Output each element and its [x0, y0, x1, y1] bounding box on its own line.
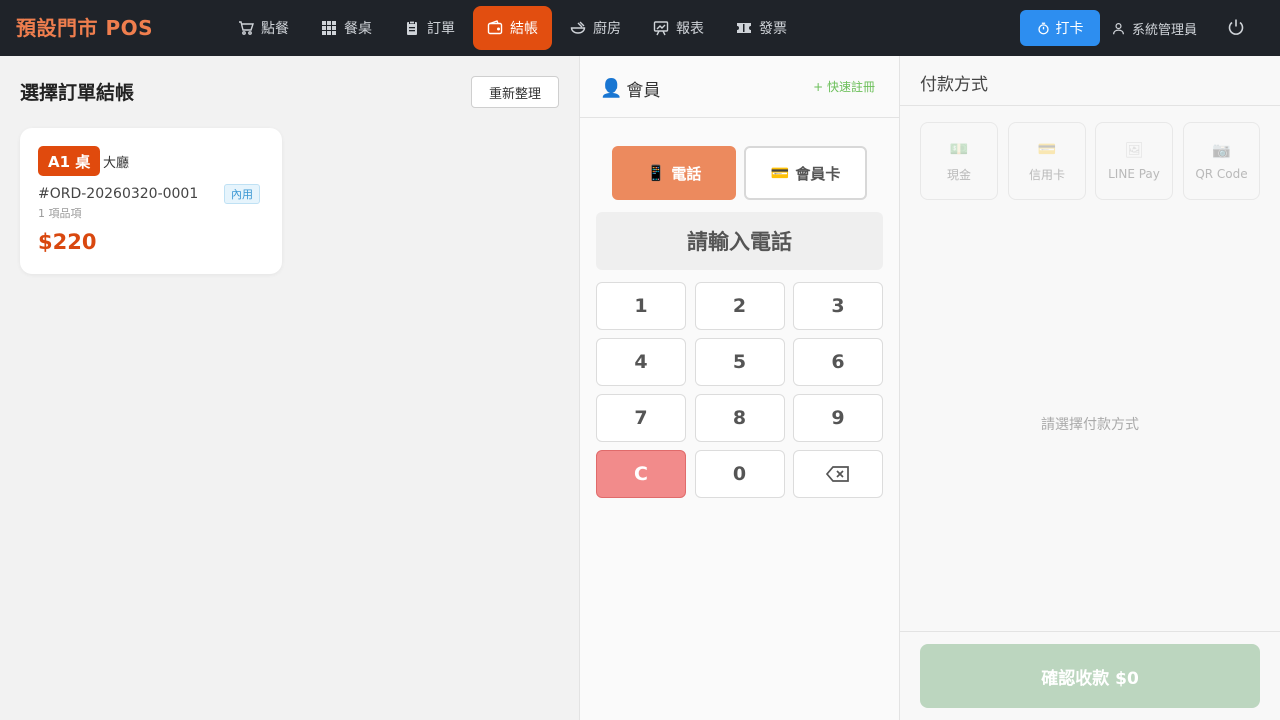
nav-item-checkout[interactable]: 結帳 — [473, 6, 552, 50]
nav-item-kitchen[interactable]: 廚房 — [556, 6, 635, 50]
table-area: 大廳 — [103, 156, 130, 171]
page-title: 選擇訂單結帳 — [20, 82, 135, 104]
clock-in-button[interactable]: 打卡 — [1020, 10, 1100, 46]
payment-method-label: 現金 — [946, 167, 971, 182]
nav-item-label: 點餐 — [261, 21, 289, 37]
payment-method-label: 信用卡 — [1028, 167, 1065, 182]
member-title: 👤 會員 — [600, 76, 660, 101]
refresh-button[interactable]: 重新整理 — [471, 76, 559, 108]
payment-method-cash[interactable]: 💵 現金 — [920, 122, 998, 200]
power-button[interactable] — [1227, 18, 1247, 38]
grid-icon — [321, 20, 337, 36]
top-navigation-bar: 預設門市 POS 點餐 餐桌 訂單 結帳 廚房 報表 發票 打卡 系統管理員 — [0, 0, 1280, 56]
order-card[interactable]: A1 桌 大廳 #ORD-20260320-0001 內用 1 項品項 $220 — [20, 128, 282, 274]
payment-panel: 付款方式 💵 現金 💳 信用卡 🖼 LINE Pay 📷 QR Code 請選擇… — [900, 56, 1280, 720]
nav-item-reports[interactable]: 報表 — [639, 6, 718, 50]
key-0[interactable]: 0 — [694, 450, 785, 498]
key-1[interactable]: 1 — [596, 282, 686, 330]
key-6[interactable]: 6 — [793, 338, 883, 386]
key-5[interactable]: 5 — [694, 338, 785, 386]
nav-item-order[interactable]: 點餐 — [224, 6, 303, 50]
payment-footer: 確認收款 $0 — [900, 631, 1280, 720]
payment-method-label: LINE Pay — [1108, 167, 1160, 181]
payment-header: 付款方式 — [900, 56, 1280, 106]
ticket-icon — [736, 20, 752, 36]
nav-item-label: 訂單 — [427, 21, 455, 37]
numeric-keypad: 1 2 3 4 5 6 7 8 9 C 0 — [596, 282, 883, 498]
credit-card-icon: 💳 — [770, 164, 790, 182]
backspace-icon — [826, 466, 849, 482]
bowl-icon — [570, 20, 586, 36]
order-number: #ORD-20260320-0001 — [38, 186, 199, 202]
cart-icon — [238, 20, 254, 36]
key-7[interactable]: 7 — [596, 394, 686, 442]
table-tag: A1 桌 — [38, 146, 101, 176]
nav-item-label: 餐桌 — [344, 21, 372, 37]
phone-icon: 📱 — [646, 164, 666, 182]
user-icon — [1113, 22, 1124, 34]
nav-item-label: 發票 — [759, 21, 787, 37]
store-brand: 預設門市 POS — [16, 16, 154, 40]
confirm-payment-button[interactable]: 確認收款 $0 — [920, 644, 1260, 708]
order-type-badge: 內用 — [224, 184, 260, 204]
payment-method-credit-card[interactable]: 💳 信用卡 — [1008, 122, 1086, 200]
payment-method-qr-code[interactable]: 📷 QR Code — [1183, 122, 1260, 200]
nav-item-tables[interactable]: 餐桌 — [307, 6, 386, 50]
nav-item-label: 報表 — [676, 21, 704, 37]
presentation-icon — [653, 20, 669, 36]
phone-input-display[interactable]: 請輸入電話 — [596, 212, 883, 270]
member-panel: 👤 會員 + 快速註冊 📱 電話 💳 會員卡 請輸入電話 1 2 3 4 5 6… — [580, 56, 900, 720]
payment-title: 付款方式 — [920, 75, 988, 95]
stopwatch-icon — [1037, 22, 1049, 34]
order-total: $220 — [38, 230, 97, 254]
wallet-icon — [487, 20, 503, 36]
quick-register-link[interactable]: + 快速註冊 — [813, 78, 875, 95]
power-icon — [1228, 19, 1244, 35]
payment-method-label: QR Code — [1195, 167, 1248, 181]
user-menu[interactable]: 系統管理員 — [1112, 0, 1197, 56]
item-count: 1 項品項 — [38, 207, 82, 220]
payment-hint: 請選擇付款方式 — [1041, 417, 1139, 433]
phone-mode-label: 電話 — [671, 164, 702, 183]
key-4[interactable]: 4 — [596, 338, 686, 386]
user-name: 系統管理員 — [1132, 22, 1198, 38]
clock-in-label: 打卡 — [1055, 21, 1084, 37]
payment-method-line-pay[interactable]: 🖼 LINE Pay — [1095, 122, 1173, 200]
main-nav: 點餐 餐桌 訂單 結帳 廚房 報表 發票 — [224, 6, 805, 50]
clear-key[interactable]: C — [596, 450, 686, 498]
nav-item-orders[interactable]: 訂單 — [390, 6, 469, 50]
key-2[interactable]: 2 — [694, 282, 785, 330]
backspace-key[interactable] — [793, 450, 883, 498]
cash-icon: 💵 — [949, 139, 969, 158]
order-selection-panel: 選擇訂單結帳 重新整理 A1 桌 大廳 #ORD-20260320-0001 內… — [0, 56, 580, 720]
member-card-mode-label: 會員卡 — [795, 164, 841, 183]
key-3[interactable]: 3 — [793, 282, 883, 330]
phone-mode-button[interactable]: 📱 電話 — [612, 146, 736, 200]
member-card-mode-button[interactable]: 💳 會員卡 — [744, 146, 867, 200]
nav-item-label: 廚房 — [593, 21, 621, 37]
clipboard-icon — [404, 20, 420, 36]
member-icon: 👤 — [600, 78, 623, 99]
broken-image-icon: 🖼 — [1124, 141, 1144, 159]
camera-icon: 📷 — [1212, 141, 1231, 159]
member-header: 👤 會員 + 快速註冊 — [580, 56, 899, 118]
nav-item-invoices[interactable]: 發票 — [722, 6, 801, 50]
key-8[interactable]: 8 — [694, 394, 785, 442]
nav-item-label: 結帳 — [510, 21, 538, 37]
credit-card-icon: 💳 — [1037, 139, 1057, 158]
member-title-label: 會員 — [626, 81, 661, 101]
key-9[interactable]: 9 — [793, 394, 883, 442]
